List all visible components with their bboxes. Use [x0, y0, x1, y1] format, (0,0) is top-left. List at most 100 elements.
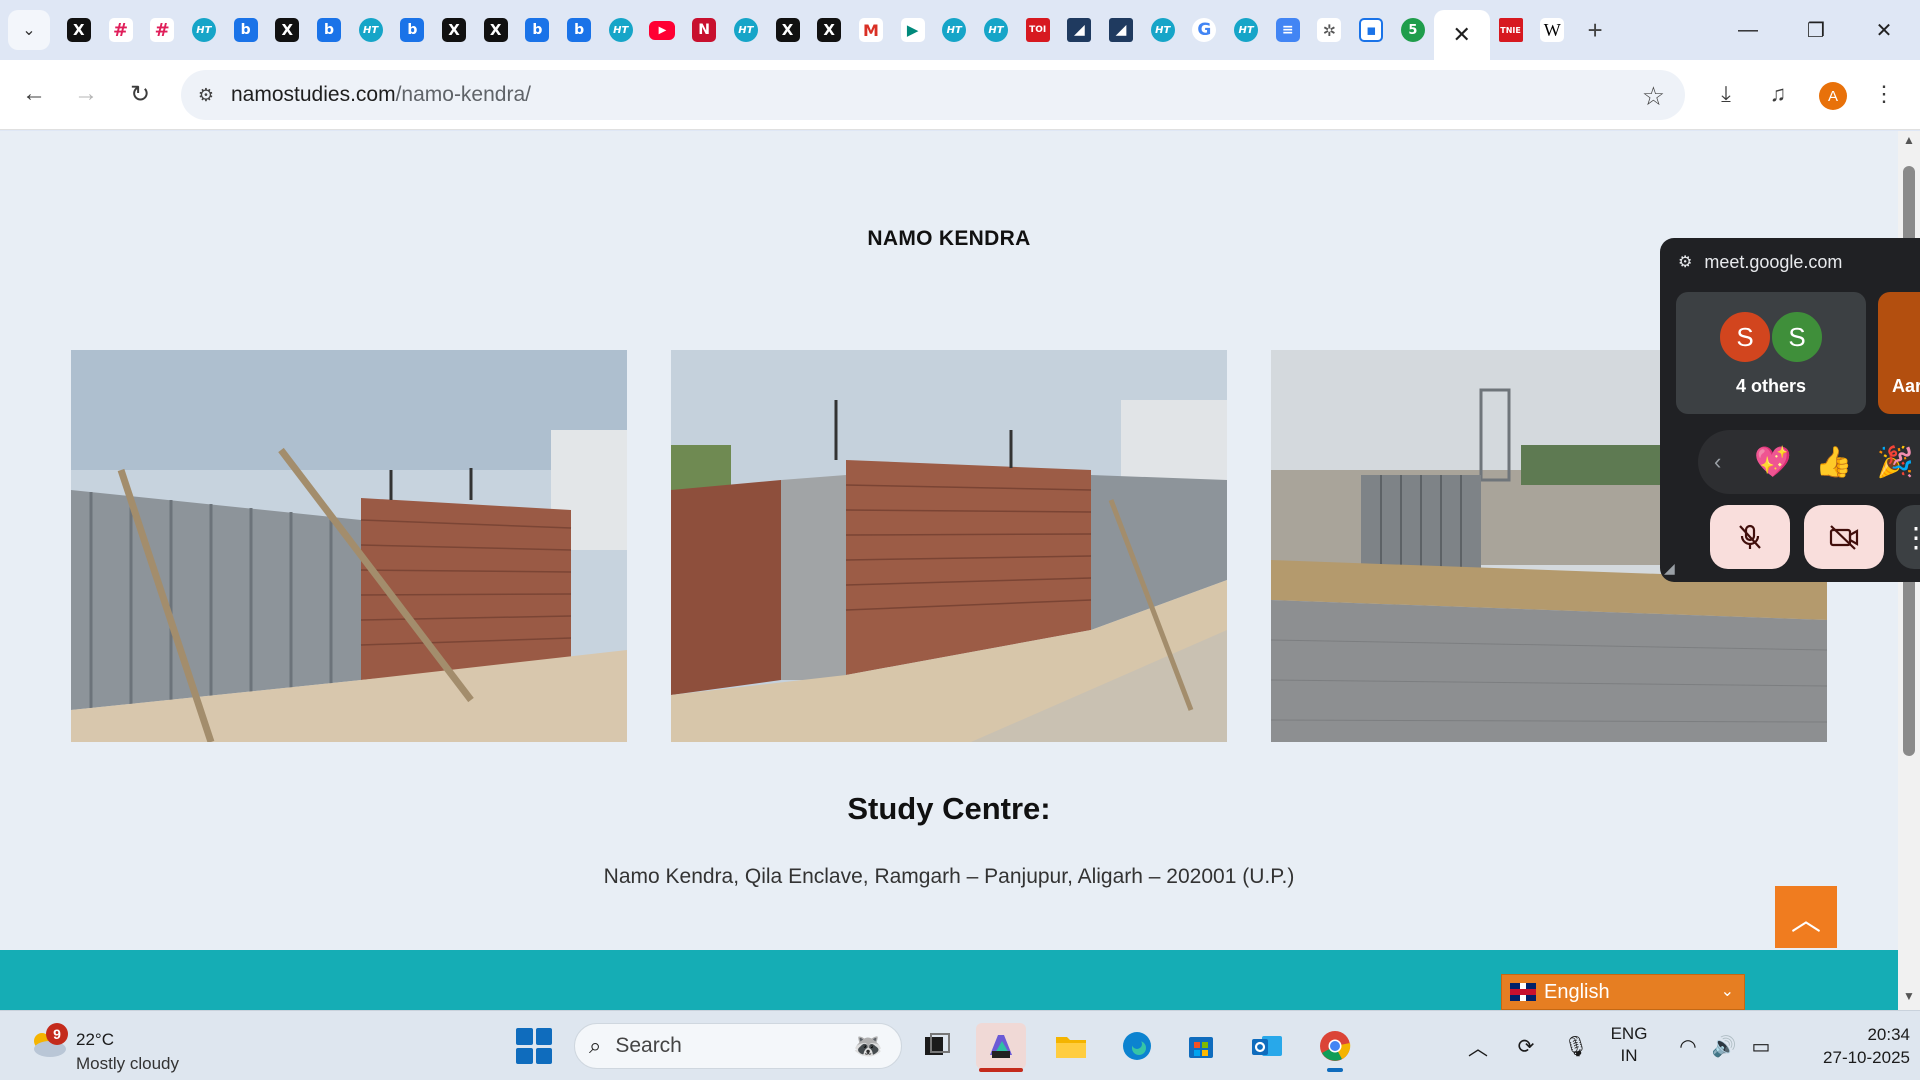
browser-tab[interactable]: X [475, 10, 517, 50]
wifi-status[interactable]: ◠ [1674, 1011, 1702, 1080]
browser-tab[interactable]: b [517, 10, 559, 50]
browser-tab[interactable]: ▶ [642, 10, 684, 50]
browser-tab[interactable]: M [850, 10, 892, 50]
profile-avatar[interactable]: A [1819, 82, 1847, 110]
forward-button[interactable]: → [66, 74, 106, 114]
browser-menu-button[interactable]: ⋮ [1864, 74, 1904, 114]
browser-tab[interactable]: HT [933, 10, 975, 50]
active-tab-close-button[interactable]: ✕ [1433, 10, 1490, 60]
browser-tab[interactable]: X [266, 10, 308, 50]
browser-toolbar: ← → ↻ ⚙ namostudies.com/namo-kendra/ ☆ ⤓… [0, 60, 1920, 130]
reload-button[interactable]: ↻ [120, 74, 160, 114]
browser-tab[interactable]: N [683, 10, 725, 50]
downloads-button[interactable]: ⤓ [1706, 74, 1746, 114]
page-title: NAMO KENDRA [867, 227, 1031, 250]
resize-handle-icon[interactable]: ◢ [1664, 560, 1675, 577]
browser-tab[interactable]: X [767, 10, 809, 50]
taskbar-m365-copilot[interactable] [976, 1023, 1026, 1072]
microphone-tray-button[interactable]: 🎙 [1562, 1011, 1590, 1080]
tab-search-button[interactable]: ⌄ [8, 10, 50, 50]
reaction-emoji-button[interactable]: 🎉 [1877, 445, 1914, 480]
chevron-left-icon[interactable]: ‹ [1714, 449, 1730, 475]
browser-tab[interactable]: HT [725, 10, 767, 50]
microphone-icon: 🎙 [1563, 1035, 1589, 1058]
ai-icon: ✲ [1317, 18, 1342, 42]
close-window-button[interactable]: ✕ [1852, 0, 1916, 60]
browser-tab[interactable]: HT [600, 10, 642, 50]
browser-tab[interactable]: ≡ [1267, 10, 1309, 50]
taskbar-task-view[interactable] [912, 1023, 962, 1069]
volume-status[interactable]: 🔊 [1710, 1011, 1738, 1080]
browser-tab[interactable]: # [100, 10, 142, 50]
browser-tab[interactable]: ▶ [892, 10, 934, 50]
turn-off-camera-button[interactable] [1804, 505, 1884, 569]
browser-tab[interactable]: 5 [1392, 10, 1434, 50]
b-icon: b [400, 18, 425, 42]
browser-tab[interactable]: ◢ [1059, 10, 1101, 50]
taskbar-outlook[interactable] [1242, 1023, 1292, 1069]
study-centre-heading: Study Centre: [847, 791, 1051, 826]
browser-tab[interactable]: ✲ [1309, 10, 1351, 50]
browser-tab[interactable]: G [1184, 10, 1226, 50]
youtube-icon: ▶ [649, 20, 676, 40]
taskbar-chrome[interactable] [1310, 1023, 1360, 1072]
sync-tray-button[interactable]: ⟳ [1510, 1011, 1542, 1080]
browser-tab[interactable]: # [141, 10, 183, 50]
browser-tab[interactable]: b [558, 10, 600, 50]
scroll-to-top-button[interactable]: ︿ [1775, 886, 1837, 948]
browser-tab[interactable]: X [808, 10, 850, 50]
show-hidden-icons-button[interactable]: ︿ [1466, 1011, 1490, 1080]
back-button[interactable]: ← [14, 74, 54, 114]
browser-tab[interactable]: b [225, 10, 267, 50]
browser-tab[interactable]: HT [1142, 10, 1184, 50]
more-options-button[interactable]: ⋮ [1896, 505, 1920, 569]
media-controls-button[interactable]: ♫ [1758, 74, 1798, 114]
browser-tab[interactable]: ▪ [1350, 10, 1392, 50]
battery-status[interactable]: ▭ [1746, 1011, 1776, 1080]
toi-icon: TOI [1025, 18, 1050, 42]
site-info-icon[interactable]: ⚙ [181, 85, 231, 106]
browser-tab[interactable]: HT [1225, 10, 1267, 50]
reaction-emoji-button[interactable]: 💖 [1754, 445, 1791, 480]
restore-button[interactable]: ❐ [1784, 0, 1848, 60]
browser-tab[interactable]: TOI [1017, 10, 1059, 50]
browser-tab[interactable]: HT [350, 10, 392, 50]
search-highlight-icon: 🦝 [853, 1033, 883, 1060]
taskbar-edge[interactable] [1112, 1023, 1162, 1069]
browser-tab[interactable]: W [1531, 10, 1573, 50]
browser-tab[interactable]: b [392, 10, 434, 50]
start-button[interactable] [516, 1028, 552, 1064]
browser-tab[interactable]: ◢ [1100, 10, 1142, 50]
participant-tile-others[interactable]: S S 4 others [1676, 292, 1866, 414]
browser-tab[interactable]: X [58, 10, 100, 50]
taskbar-microsoft-store[interactable] [1176, 1023, 1226, 1069]
wikipedia-icon: W [1540, 18, 1565, 42]
language-selector[interactable]: English ⌄ [1501, 974, 1745, 1010]
meet-icon: ▶ [900, 18, 925, 42]
bookmark-star-icon[interactable]: ☆ [1642, 81, 1665, 112]
mute-microphone-button[interactable] [1710, 505, 1790, 569]
reaction-emoji-button[interactable]: 👍 [1815, 445, 1852, 480]
browser-tab[interactable]: HT [183, 10, 225, 50]
taskbar-file-explorer[interactable] [1046, 1023, 1096, 1069]
scroll-down-arrow-icon[interactable]: ▼ [1902, 989, 1916, 1003]
study-centre-address: Namo Kendra, Qila Enclave, Ramgarh – Pan… [603, 865, 1295, 888]
input-language-indicator[interactable]: ENG IN [1604, 1023, 1654, 1067]
dark-tab-icon: ◢ [1109, 18, 1134, 42]
taskbar-search-box[interactable]: ⌕ Search 🦝 [574, 1023, 902, 1069]
reactions-bar: ‹ 💖 👍 🎉 [1698, 430, 1920, 494]
meet-pip-window[interactable]: ⚙ meet.google.com S S 4 others Aar ‹ 💖 👍 🎉… [1660, 238, 1920, 582]
restore-icon: ❐ [1807, 19, 1825, 42]
browser-tab[interactable]: HT [975, 10, 1017, 50]
participant-tile[interactable]: Aar [1878, 292, 1920, 414]
taskbar-clock[interactable]: 20:34 27-10-2025 [1790, 1023, 1910, 1069]
new-tab-button[interactable]: + [1573, 10, 1617, 50]
browser-tab[interactable]: X [433, 10, 475, 50]
browser-tab[interactable]: TNIE [1490, 10, 1532, 50]
weather-widget[interactable]: 9 22°C Mostly cloudy [26, 1021, 246, 1073]
scroll-up-arrow-icon[interactable]: ▲ [1902, 133, 1916, 147]
address-bar[interactable]: ⚙ namostudies.com/namo-kendra/ ☆ [181, 70, 1685, 120]
minimize-button[interactable]: — [1716, 0, 1780, 60]
ht-icon: HT [942, 18, 967, 42]
browser-tab[interactable]: b [308, 10, 350, 50]
